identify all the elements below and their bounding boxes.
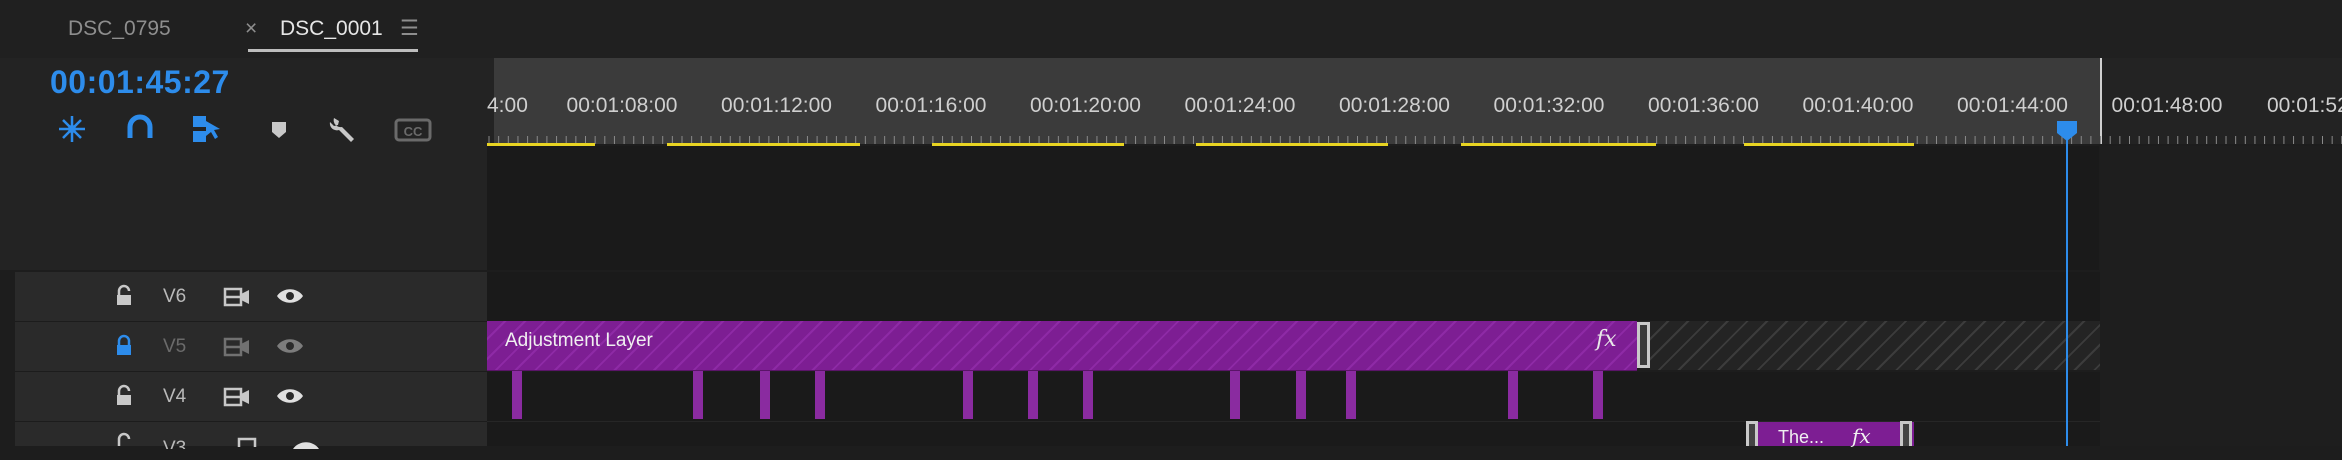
menu-glyph: ☰ bbox=[400, 17, 419, 40]
ruler-time-label: 00:01:40:00 bbox=[1802, 94, 1914, 117]
clip-edit-point[interactable] bbox=[1508, 371, 1518, 419]
clip-start-handle[interactable] bbox=[1746, 421, 1758, 446]
linked-selection-icon[interactable] bbox=[190, 112, 224, 146]
timeline-empty-area[interactable] bbox=[487, 146, 2099, 270]
tab-label: DSC_0795 bbox=[68, 17, 171, 40]
eye-visibility-icon[interactable] bbox=[275, 286, 305, 311]
ruler-time-label: 00:01:44:00 bbox=[1957, 94, 2068, 117]
adjustment-layer-clip[interactable] bbox=[487, 321, 1637, 371]
captions-icon[interactable]: CC bbox=[393, 112, 433, 146]
v3-clip[interactable] bbox=[1746, 422, 1914, 446]
timeline-overflow-area bbox=[2100, 146, 2342, 446]
track-lane-v4[interactable] bbox=[487, 372, 2100, 422]
fx-badge[interactable]: fx bbox=[1852, 424, 1871, 448]
close-glyph: × bbox=[245, 17, 258, 40]
playhead-line[interactable] bbox=[2066, 124, 2068, 446]
clip-edit-point[interactable] bbox=[1230, 371, 1240, 419]
ruler-time-label: 00:01:20:00 bbox=[1030, 94, 1141, 117]
wrench-icon[interactable] bbox=[326, 112, 360, 146]
clip-edit-point[interactable] bbox=[1296, 371, 1306, 419]
playhead-timecode[interactable]: 00:01:45:27 bbox=[50, 64, 230, 101]
camera-toggle-icon[interactable] bbox=[223, 286, 251, 313]
camera-toggle-icon[interactable] bbox=[223, 336, 251, 363]
clip-end-handle[interactable] bbox=[1637, 322, 1650, 368]
clip-edit-point[interactable] bbox=[1346, 371, 1356, 419]
playhead-handle[interactable] bbox=[2056, 120, 2078, 142]
tab-dsc-0795[interactable]: DSC_0795 bbox=[68, 0, 171, 58]
eye-visibility-icon[interactable] bbox=[275, 386, 305, 411]
clip-edit-point[interactable] bbox=[1028, 371, 1038, 419]
ruler-time-label: 4:00 bbox=[487, 94, 528, 117]
ruler-time-label: 00:01:32:00 bbox=[1493, 94, 1605, 117]
ruler-time-label: 00:01:28:00 bbox=[1339, 94, 1450, 117]
track-name: V3 bbox=[163, 438, 187, 459]
lock-open-icon[interactable] bbox=[115, 384, 133, 413]
lock-open-icon[interactable] bbox=[115, 284, 133, 313]
clip-edit-point[interactable] bbox=[1593, 371, 1603, 419]
ripple-icon[interactable] bbox=[55, 112, 89, 146]
active-tab-indicator bbox=[248, 49, 418, 52]
eye-visibility-icon[interactable] bbox=[275, 336, 305, 361]
lock-closed-icon[interactable] bbox=[115, 334, 133, 363]
ruler-time-label: 00:01:36:00 bbox=[1648, 94, 1759, 117]
clip-end-handle[interactable] bbox=[1900, 421, 1912, 446]
ruler-time-label: 00:01:48:00 bbox=[2111, 94, 2223, 117]
clip-label: Adjustment Layer bbox=[505, 330, 653, 351]
ruler-time-label: 00:01:24:00 bbox=[1184, 94, 1296, 117]
magnet-snap-icon[interactable] bbox=[123, 112, 157, 146]
empty-lane-hatch bbox=[1650, 321, 2100, 370]
track-header-v5[interactable]: V5 bbox=[15, 322, 487, 372]
track-header-v3[interactable]: V3 bbox=[15, 422, 487, 451]
camera-toggle-icon[interactable] bbox=[237, 434, 265, 452]
clip-edit-point[interactable] bbox=[760, 371, 770, 419]
track-name: V5 bbox=[163, 336, 187, 357]
marker-icon[interactable] bbox=[262, 112, 296, 146]
track-header-v4[interactable]: V4 bbox=[15, 372, 487, 422]
clip-edit-point[interactable] bbox=[512, 371, 522, 419]
ruler-time-label: 00:01:08:00 bbox=[566, 94, 678, 117]
svg-text:CC: CC bbox=[404, 124, 423, 139]
clip-edit-point[interactable] bbox=[963, 371, 973, 419]
fx-badge[interactable]: fx bbox=[1596, 327, 1617, 352]
clip-edit-point[interactable] bbox=[1083, 371, 1093, 419]
tab-label: DSC_0001 bbox=[280, 17, 383, 40]
lock-open-icon[interactable] bbox=[115, 432, 133, 451]
clip-label: The... bbox=[1778, 427, 1825, 447]
clip-edit-point[interactable] bbox=[815, 371, 825, 419]
camera-toggle-icon[interactable] bbox=[223, 386, 251, 413]
ruler-time-label: 00:01:12:00 bbox=[721, 94, 832, 117]
ruler-time-label: 00:01:16:00 bbox=[875, 94, 987, 117]
track-lane-v6[interactable] bbox=[487, 272, 2100, 322]
eye-visibility-icon[interactable] bbox=[291, 436, 321, 454]
track-name: V4 bbox=[163, 386, 187, 407]
clip-edit-point[interactable] bbox=[693, 371, 703, 419]
track-name: V6 bbox=[163, 286, 187, 307]
ruler-time-label: 00:01:52 bbox=[2267, 94, 2342, 117]
track-header-v6[interactable]: V6 bbox=[15, 272, 487, 322]
